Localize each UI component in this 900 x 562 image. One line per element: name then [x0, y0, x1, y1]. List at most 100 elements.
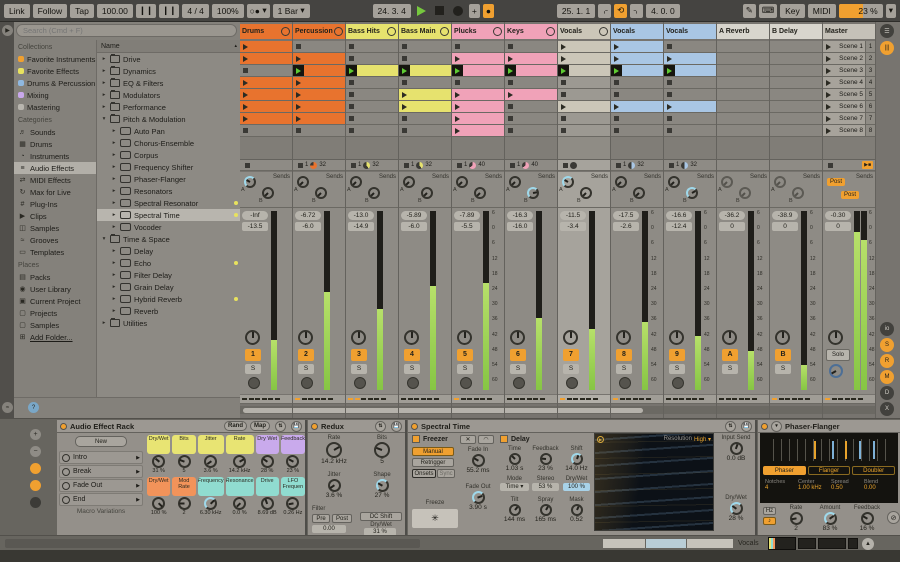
send-a-knob[interactable] — [721, 176, 733, 188]
clip-slot[interactable] — [770, 113, 822, 125]
device-thumbnail[interactable] — [848, 538, 858, 549]
device-on-icon[interactable] — [60, 422, 67, 430]
sidebar-item-templates[interactable]: ▭ Templates — [14, 246, 96, 258]
fade-out-knob[interactable] — [471, 491, 485, 504]
scene-row[interactable]: Scene 77 — [823, 113, 875, 124]
mask-knob[interactable] — [570, 504, 583, 516]
mixer-section-toggle-x[interactable]: X — [880, 402, 894, 416]
clip-stop-all-icon[interactable] — [404, 162, 409, 168]
pan-knob[interactable] — [404, 330, 419, 345]
macro-label-pad[interactable]: Jitter — [197, 435, 224, 454]
track-activator-button[interactable]: 8 — [616, 349, 632, 361]
fade-curve-icon-button[interactable]: ◠ — [478, 435, 494, 444]
clip-slot[interactable] — [717, 89, 769, 101]
bits-knob[interactable] — [374, 442, 390, 458]
scene-launch-slot[interactable]: Scene 66 — [823, 101, 875, 113]
cpu-dropdown[interactable]: ▾ — [885, 3, 896, 18]
macro-knob[interactable] — [177, 497, 191, 510]
onsets-button[interactable]: Onsets — [412, 469, 436, 478]
solo-button[interactable]: S — [298, 364, 314, 374]
tree-item[interactable]: ▸ Performance — [97, 101, 241, 113]
send-a-knob[interactable] — [562, 176, 574, 188]
sidebar-item-max-for-live[interactable]: ↻ Max for Live — [14, 186, 96, 198]
clip-stop-all-icon[interactable] — [298, 162, 303, 168]
track-header[interactable]: Vocals — [664, 24, 716, 39]
rate-hz-button[interactable]: Hz — [763, 507, 776, 515]
chevron-right-icon[interactable]: ▸ — [111, 284, 117, 290]
phaser-param[interactable]: Spread 0.50 — [829, 479, 862, 491]
rack-title-bar[interactable]: Audio Effect Rack Rand Map ⇅ 💾 — [57, 420, 305, 433]
track-header[interactable]: Percussion — [293, 24, 345, 39]
pan-knob[interactable] — [245, 330, 260, 345]
pan-knob[interactable] — [563, 330, 578, 345]
tree-item[interactable]: ▸ Auto Pan — [97, 125, 241, 137]
chain-scrollbar-segment[interactable] — [687, 539, 733, 548]
chevron-right-icon[interactable]: ▸ — [111, 140, 117, 146]
scene-row[interactable]: Scene 22 — [823, 53, 875, 64]
send-a-knob[interactable] — [615, 176, 627, 188]
tree-item[interactable]: ▸ Echo — [97, 257, 241, 269]
clip-slot[interactable] — [399, 41, 451, 53]
scene-launch-slot[interactable]: Scene 55 — [823, 89, 875, 101]
track-header[interactable]: Drums — [240, 24, 292, 39]
phaser-param[interactable]: Notches 4 — [763, 479, 796, 491]
arm-button[interactable] — [619, 377, 631, 389]
pan-knob[interactable] — [510, 330, 525, 345]
sidebar-item-grooves[interactable]: ≈ Grooves — [14, 234, 96, 246]
clip-slot[interactable] — [770, 77, 822, 89]
track-activator-button[interactable]: 7 — [563, 349, 579, 361]
macro-knob[interactable] — [152, 497, 166, 510]
show-variations-icon[interactable] — [30, 480, 41, 491]
chevron-right-icon[interactable]: ▸ — [101, 92, 107, 98]
output-dry-wet-knob[interactable] — [729, 502, 743, 515]
volume-value[interactable]: -6.0 — [401, 222, 427, 231]
phaser-rate-knob[interactable] — [789, 512, 803, 525]
pan-knob[interactable] — [616, 330, 631, 345]
send-b-knob[interactable] — [633, 187, 645, 199]
solo-button[interactable]: S — [616, 364, 632, 374]
pan-knob[interactable] — [828, 330, 843, 345]
macro-label-pad[interactable]: Bits — [172, 435, 196, 454]
device-on-icon[interactable] — [411, 422, 418, 430]
clip-slot[interactable] — [505, 101, 557, 113]
browser-fold-icon[interactable]: ▶ — [2, 25, 13, 36]
chevron-right-icon[interactable]: ▸ — [101, 104, 107, 110]
nudge-up-icon[interactable]: ❙❙ — [159, 3, 180, 18]
clip-slot[interactable] — [452, 65, 504, 77]
draw-mode-button[interactable]: ✎ — [742, 3, 756, 18]
help-icon[interactable]: ? — [28, 402, 39, 413]
macro-knob[interactable] — [233, 455, 247, 468]
clip-slot[interactable] — [452, 41, 504, 53]
tree-item[interactable]: ▸ Drive — [97, 53, 241, 65]
input-send-knob[interactable] — [729, 442, 743, 455]
pan-knob[interactable] — [457, 330, 472, 345]
macro-knob[interactable] — [260, 497, 274, 510]
clip-slot[interactable] — [664, 113, 716, 125]
scene-launch-slot[interactable]: Scene 11 — [823, 41, 875, 53]
clip-slot[interactable] — [293, 113, 345, 125]
jitter-knob[interactable] — [327, 479, 341, 492]
filter-pre-button[interactable]: Pre — [312, 514, 330, 523]
send-b-knob[interactable] — [262, 187, 274, 199]
freeze-button[interactable]: ✳ — [412, 509, 458, 528]
send-b-knob[interactable] — [315, 187, 327, 199]
send-b-post-button[interactable]: Post — [841, 191, 860, 199]
save-preset-icon[interactable]: 💾 — [741, 420, 752, 432]
delay-dry-wet-value[interactable]: 100 % — [563, 483, 590, 491]
arm-button[interactable] — [248, 377, 260, 389]
clip-slot[interactable] — [611, 89, 663, 101]
search-input[interactable] — [16, 24, 237, 37]
variation-recall-icon[interactable]: ▶ — [136, 497, 140, 503]
send-b-knob[interactable] — [580, 187, 592, 199]
volume-value[interactable]: -6.0 — [295, 222, 321, 231]
macro-label-pad[interactable]: LFO Frequen — [280, 477, 305, 496]
punch-out-button[interactable]: ⌍ — [630, 3, 644, 18]
mode-select[interactable]: Time ▾ — [500, 483, 529, 491]
mixer-section-toggle-r[interactable]: R — [880, 354, 894, 368]
tree-item[interactable]: ▾ Pitch & Modulation — [97, 113, 241, 125]
mode-button-flanger[interactable]: Flanger — [807, 466, 851, 475]
redux-title-bar[interactable]: Redux ⇅ 💾 — [308, 420, 405, 433]
volume-value[interactable]: -5.5 — [454, 222, 480, 231]
send-a-knob[interactable] — [668, 176, 680, 188]
clip-slot[interactable] — [611, 113, 663, 125]
